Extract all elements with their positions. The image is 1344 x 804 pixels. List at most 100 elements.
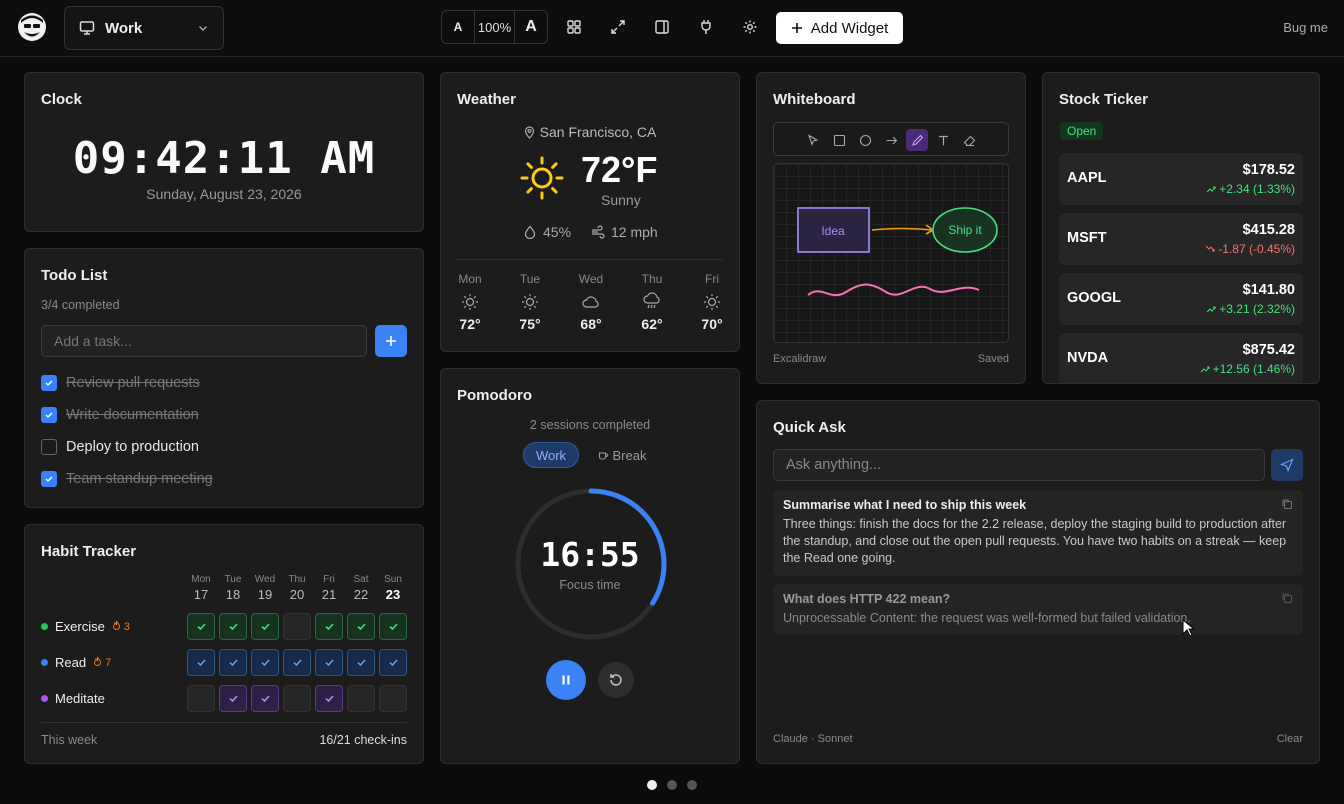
stock-row[interactable]: MSFT $415.28 -1.87 (-0.45%): [1059, 213, 1303, 265]
whiteboard-footer-right: Saved: [977, 353, 1009, 365]
habit-cell-checked[interactable]: [219, 685, 247, 712]
habit-cell-checked[interactable]: [251, 649, 279, 676]
habit-cell-checked[interactable]: [379, 649, 407, 676]
reset-icon: [610, 674, 622, 686]
todo-input[interactable]: Add a task...: [41, 325, 367, 357]
habit-cell-checked[interactable]: [251, 685, 279, 712]
bug-report-link[interactable]: Bug me: [1283, 20, 1328, 35]
qa-question: Summarise what I need to ship this week: [783, 498, 1027, 512]
habit-cell-checked[interactable]: [187, 649, 215, 676]
text-tool-icon[interactable]: [932, 129, 954, 151]
coffee-icon: [598, 451, 608, 460]
habit-cell-checked[interactable]: [315, 613, 343, 640]
flame-icon: [94, 656, 102, 666]
eraser-tool-icon[interactable]: [958, 129, 980, 151]
qa-question: What does HTTP 422 mean?: [783, 592, 951, 606]
sidebar-panel-icon[interactable]: [651, 16, 673, 38]
forecast-temp: 62°: [641, 316, 663, 332]
check-icon: [228, 623, 238, 631]
stock-row[interactable]: NVDA $875.42 +12.56 (1.46%): [1059, 333, 1303, 383]
qa-entry[interactable]: Summarise what I need to ship this week …: [773, 490, 1303, 576]
habit-cell-empty[interactable]: [347, 685, 375, 712]
location-label: San Francisco, CA: [539, 124, 657, 140]
stock-change-value: -1.87 (-0.45%): [1218, 242, 1295, 256]
qa-answer: Three things: finish the docs for the 2.…: [783, 517, 1287, 565]
settings-gear-icon[interactable]: [739, 16, 761, 38]
todo-add-button[interactable]: [375, 325, 407, 357]
habit-cell-checked[interactable]: [283, 649, 311, 676]
fullscreen-icon[interactable]: [607, 16, 629, 38]
habit-cell-empty[interactable]: [379, 685, 407, 712]
habit-cell-checked[interactable]: [315, 649, 343, 676]
todo-item[interactable]: Deploy to production: [41, 439, 199, 455]
plug-icon[interactable]: [695, 16, 717, 38]
habit-cell-empty[interactable]: [187, 685, 215, 712]
ship-it-label: Ship it: [948, 223, 982, 237]
pomodoro-widget: Pomodoro 2 sessions completed Work Break…: [440, 368, 740, 764]
checkbox-checked[interactable]: [41, 407, 57, 423]
habit-cell-checked[interactable]: [379, 613, 407, 640]
habit-footer-left: This week: [41, 733, 98, 747]
freehand-squiggle[interactable]: [807, 283, 980, 297]
check-icon: [228, 659, 238, 667]
habit-day-name: Sat: [353, 574, 369, 585]
copy-icon[interactable]: [1281, 592, 1293, 604]
habit-cell-checked[interactable]: [347, 613, 375, 640]
checkbox-checked[interactable]: [41, 375, 57, 391]
copy-icon[interactable]: [1281, 498, 1293, 510]
arrow-tool-icon[interactable]: [880, 129, 902, 151]
stock-price: $415.28: [1242, 222, 1295, 238]
stock-symbol: AAPL: [1067, 170, 1107, 186]
divider: [41, 722, 407, 723]
habit-label: Exercise 3: [41, 619, 130, 634]
habit-cell-checked[interactable]: [187, 613, 215, 640]
workspace-select[interactable]: Work: [64, 6, 224, 50]
ellipse-tool-icon[interactable]: [854, 129, 876, 151]
habit-day-column: Fri 21: [315, 574, 343, 602]
habit-day-number: 20: [289, 587, 305, 602]
quick-ask-input[interactable]: Ask anything...: [773, 449, 1265, 481]
whiteboard-canvas[interactable]: Idea Ship it: [773, 163, 1009, 343]
stock-row[interactable]: GOOGL $141.80 +3.21 (2.32%): [1059, 273, 1303, 325]
todo-item[interactable]: Team standup meeting: [41, 471, 213, 487]
rectangle-tool-icon[interactable]: [828, 129, 850, 151]
mode-break-tab[interactable]: Break: [591, 442, 653, 468]
send-button[interactable]: [1271, 449, 1303, 481]
todo-label: Deploy to production: [66, 439, 199, 455]
break-label: Break: [612, 447, 647, 463]
avatar-logo-icon[interactable]: [16, 11, 48, 43]
habit-streak: 3: [112, 620, 130, 633]
stock-row[interactable]: AAPL $178.52 +2.34 (1.33%): [1059, 153, 1303, 205]
habit-cell-checked[interactable]: [347, 649, 375, 676]
checkbox-unchecked[interactable]: [41, 439, 57, 455]
qa-entry[interactable]: What does HTTP 422 mean? Unprocessable C…: [773, 584, 1303, 635]
habit-cell-checked[interactable]: [315, 685, 343, 712]
increase-font-button[interactable]: A: [515, 11, 547, 43]
page-dot[interactable]: [647, 780, 657, 790]
whiteboard-title: Whiteboard: [773, 91, 856, 108]
sessions-count: 2 sessions completed: [529, 418, 651, 432]
habit-cell-checked[interactable]: [251, 613, 279, 640]
stock-change-value: +12.56 (1.46%): [1212, 362, 1295, 376]
flame-icon: [112, 620, 120, 630]
check-icon: [356, 659, 366, 667]
clear-button[interactable]: Clear: [1277, 733, 1303, 745]
reset-button[interactable]: [598, 662, 634, 698]
page-dot[interactable]: [667, 780, 677, 790]
decrease-font-button[interactable]: A: [442, 11, 474, 43]
add-widget-button[interactable]: Add Widget: [776, 12, 903, 44]
page-dot[interactable]: [687, 780, 697, 790]
habit-cell-checked[interactable]: [219, 649, 247, 676]
todo-item[interactable]: Write documentation: [41, 407, 199, 423]
mode-work-tab[interactable]: Work: [523, 442, 579, 468]
grid-layout-icon[interactable]: [563, 16, 585, 38]
pause-button[interactable]: [546, 660, 586, 700]
select-tool-icon[interactable]: [802, 129, 824, 151]
pencil-tool-icon[interactable]: [906, 129, 928, 151]
connector-arrow[interactable]: [871, 227, 933, 231]
habit-cell-empty[interactable]: [283, 685, 311, 712]
habit-cell-checked[interactable]: [219, 613, 247, 640]
habit-cell-empty[interactable]: [283, 613, 311, 640]
todo-item[interactable]: Review pull requests: [41, 375, 200, 391]
checkbox-checked[interactable]: [41, 471, 57, 487]
